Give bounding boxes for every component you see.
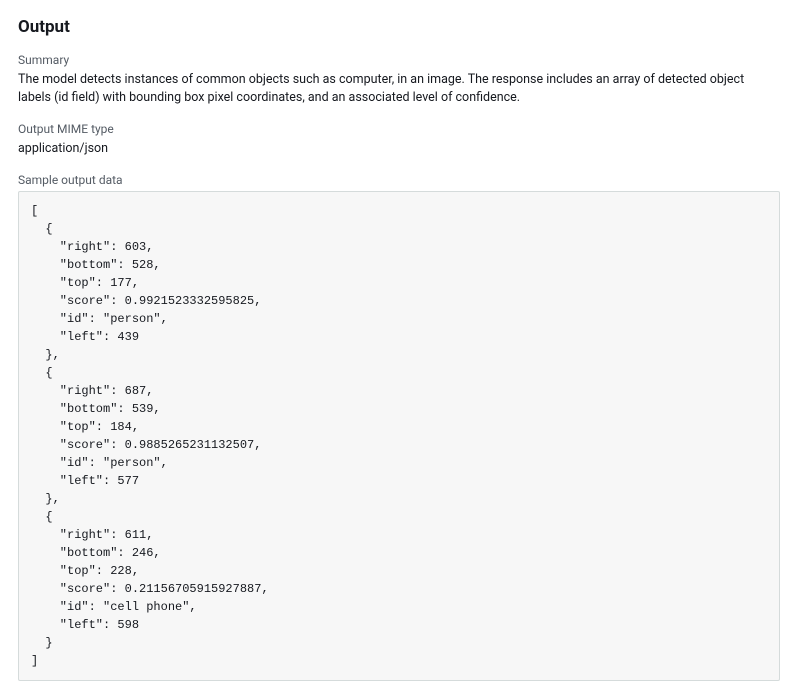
summary-label: Summary <box>18 52 780 69</box>
sample-output-code: [ { "right": 603, "bottom": 528, "top": … <box>18 191 780 681</box>
output-heading: Output <box>18 16 780 40</box>
summary-value: The model detects instances of common ob… <box>18 71 780 107</box>
mime-type-value: application/json <box>18 140 780 158</box>
mime-type-label: Output MIME type <box>18 121 780 138</box>
sample-output-label: Sample output data <box>18 172 780 189</box>
